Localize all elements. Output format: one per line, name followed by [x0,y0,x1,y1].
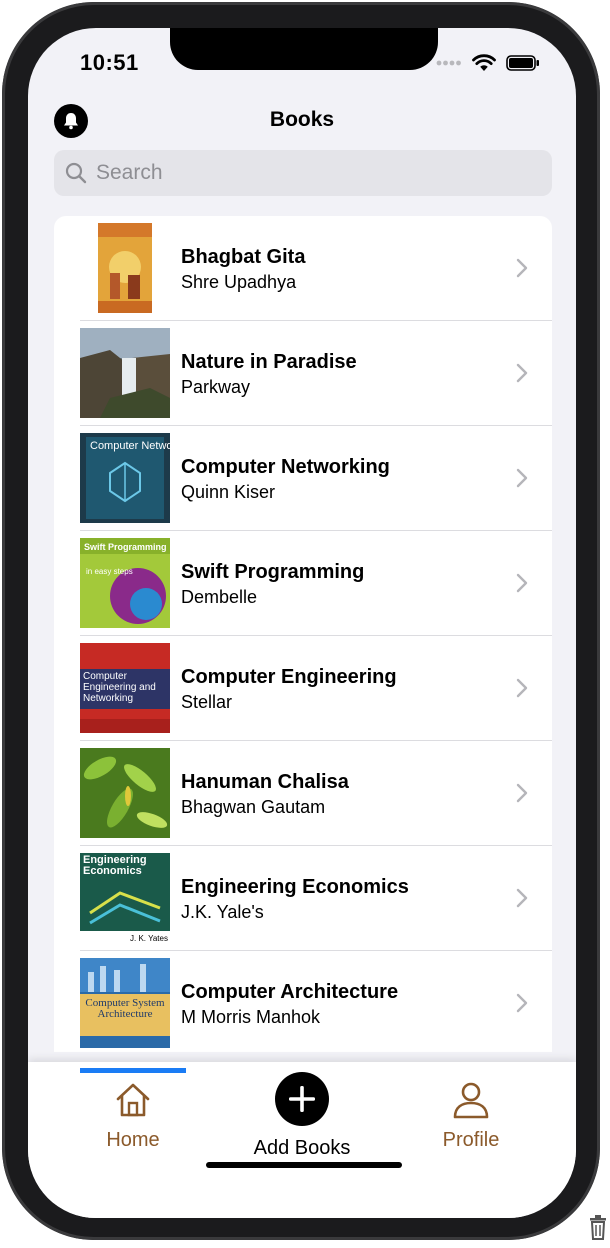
book-cover: Swift Programming in easy steps [80,538,170,628]
chevron-right-icon [516,888,528,908]
book-author: J.K. Yale's [181,902,264,922]
chevron-right-icon [516,363,528,383]
chevron-right-icon [516,783,528,803]
page-title: Books [269,108,335,131]
battery-icon [506,55,539,71]
chevron-right-icon [516,258,528,278]
selected-tab-indicator [80,1068,186,1073]
cover-text: Computer Engineering and Networking [83,671,156,704]
chevron-right-icon [516,993,528,1013]
book-cover [80,328,170,418]
plus-circle-icon [275,1072,329,1126]
app-screen: 10:51 Books Search Bhagbat Gita Shre Upa… [28,28,576,1218]
cover-text: Computer Networking [90,440,170,452]
add-books-button[interactable]: Add Books [222,1072,382,1160]
list-item[interactable]: Computer Networking Computer Networking … [54,426,552,531]
list-item[interactable]: Hanuman Chalisa Bhagwan Gautam [54,741,552,846]
book-author: Stellar [181,692,233,712]
cover-text: Computer System Architecture [85,998,165,1020]
list-item[interactable]: Computer Engineering and Networking Comp… [54,636,552,741]
book-title: Nature in Paradise [181,351,357,373]
book-author: Parkway [181,377,251,397]
book-title: Bhagbat Gita [181,246,306,268]
cover-author: J. K. Yates [130,934,168,943]
tab-label: Home [106,1129,160,1151]
book-title: Computer Engineering [181,666,397,688]
books-list: Bhagbat Gita Shre Upadhya Nature in Para… [54,216,552,1052]
tab-label: Add Books [253,1137,351,1159]
trash-icon [590,1215,606,1240]
book-cover: Computer Engineering and Networking [80,643,170,733]
book-title: Computer Architecture [181,981,399,1003]
list-item[interactable]: Bhagbat Gita Shre Upadhya [54,216,552,321]
search-bar[interactable] [54,150,552,196]
search-icon [64,161,88,185]
list-item[interactable]: Computer System Architecture Computer Ar… [54,951,552,1052]
book-cover [80,223,170,313]
wifi-icon [472,54,496,71]
search-input[interactable] [94,160,518,186]
book-title: Computer Networking [181,456,390,478]
cover-text: Swift Programming [84,542,167,552]
tab-bar: Home Add Books Profile [28,1062,576,1218]
phone-frame: 10:51 Books Search Bhagbat Gita Shre Upa… [2,2,600,1240]
chevron-right-icon [516,468,528,488]
book-cover [80,748,170,838]
book-author: M Morris Manhok [181,1007,321,1027]
book-author: Dembelle [181,587,258,607]
device-notch [170,28,438,70]
tab-home[interactable]: Home [53,1080,213,1152]
book-author: Shre Upadhya [181,272,297,292]
book-cover: Computer System Architecture [80,958,170,1048]
tab-profile[interactable]: Profile [391,1080,551,1152]
list-item[interactable]: Swift Programming in easy steps Swift Pr… [54,531,552,636]
book-title: Swift Programming [181,561,365,583]
tab-label: Profile [442,1129,500,1151]
book-author: Quinn Kiser [181,482,276,502]
chevron-right-icon [516,573,528,593]
cover-subtext: in easy steps [86,567,133,576]
book-author: Bhagwan Gautam [181,797,326,817]
book-title: Hanuman Chalisa [181,771,349,793]
person-icon [453,1082,489,1119]
status-icons [436,54,540,72]
home-indicator[interactable] [206,1162,402,1168]
list-item[interactable]: Nature in Paradise Parkway [54,321,552,426]
book-title: Engineering Economics [181,876,409,898]
cover-text: Engineering Economics [83,855,147,877]
chevron-right-icon [516,678,528,698]
list-item[interactable]: Engineering Economics J. K. Yates Engine… [54,846,552,951]
book-cover: Engineering Economics J. K. Yates [80,853,170,943]
book-cover: Computer Networking [80,433,170,523]
home-icon [116,1083,150,1117]
status-time: 10:51 [80,50,139,75]
cellular-signal-icon [436,60,461,66]
